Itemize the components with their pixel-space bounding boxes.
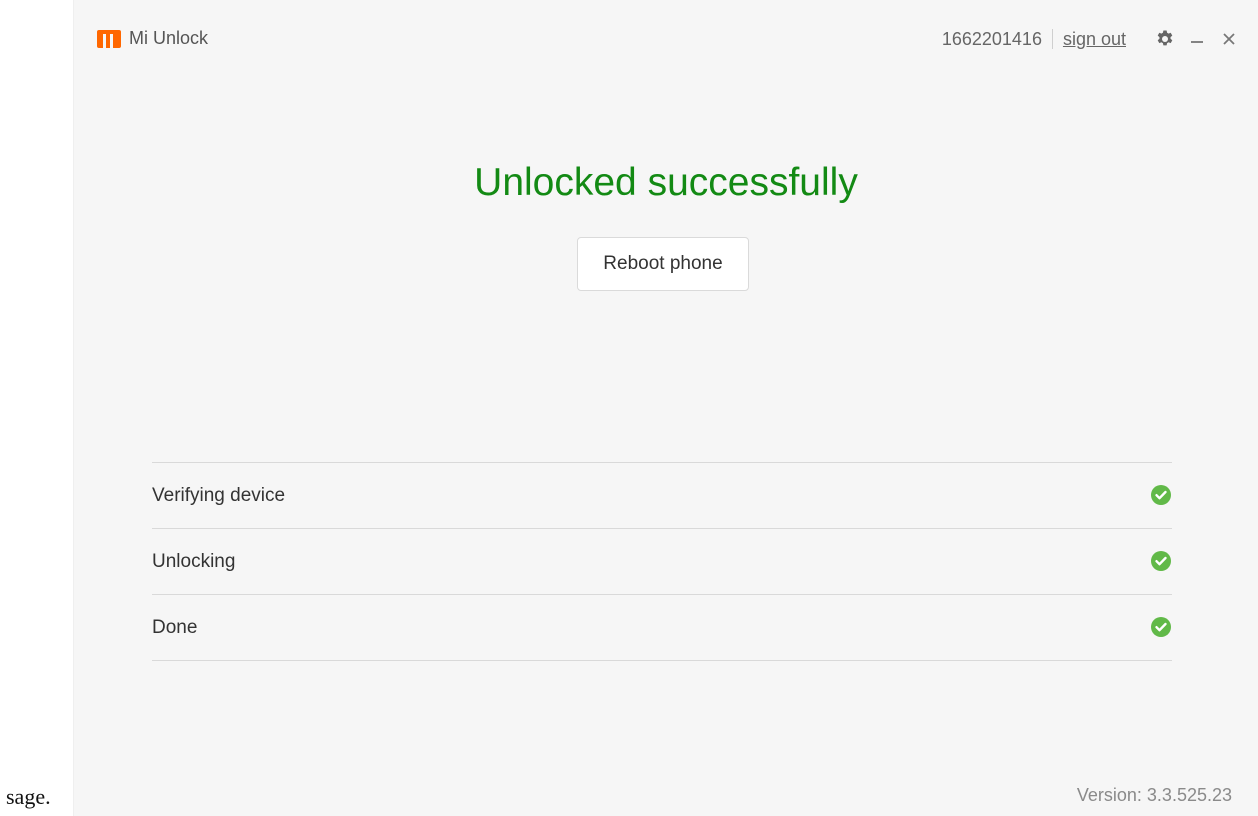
step-unlocking: Unlocking: [152, 529, 1172, 595]
mi-logo-icon: [97, 29, 121, 48]
unlock-steps-list: Verifying device Unlocking Done: [152, 462, 1172, 661]
step-label: Done: [152, 617, 198, 638]
checkmark-circle-icon: [1151, 617, 1171, 637]
minimize-icon[interactable]: [1186, 28, 1208, 50]
step-verifying-device: Verifying device: [152, 463, 1172, 529]
background-fragment-text: sage.: [6, 784, 51, 809]
title-bar: Mi Unlock 1662201416 sign out: [74, 0, 1258, 80]
checkmark-circle-icon: [1151, 551, 1171, 571]
unlock-status-title: Unlocked successfully: [474, 161, 858, 204]
app-title: Mi Unlock: [129, 28, 209, 48]
close-icon[interactable]: [1218, 28, 1240, 50]
account-id: 1662201416: [942, 29, 1053, 49]
step-done: Done: [152, 595, 1172, 661]
gear-icon[interactable]: [1154, 28, 1176, 50]
reboot-phone-button[interactable]: Reboot phone: [577, 237, 749, 291]
sign-out-link[interactable]: sign out: [1063, 29, 1126, 50]
version-label: Version: 3.3.525.23: [1076, 785, 1232, 805]
app-brand: Mi Unlock: [97, 28, 208, 49]
checkmark-circle-icon: [1151, 485, 1171, 505]
step-label: Unlocking: [152, 551, 236, 572]
account-controls: 1662201416 sign out: [942, 28, 1240, 50]
mi-unlock-window: Mi Unlock 1662201416 sign out Unlocked s…: [73, 0, 1258, 816]
step-label: Verifying device: [152, 485, 286, 506]
